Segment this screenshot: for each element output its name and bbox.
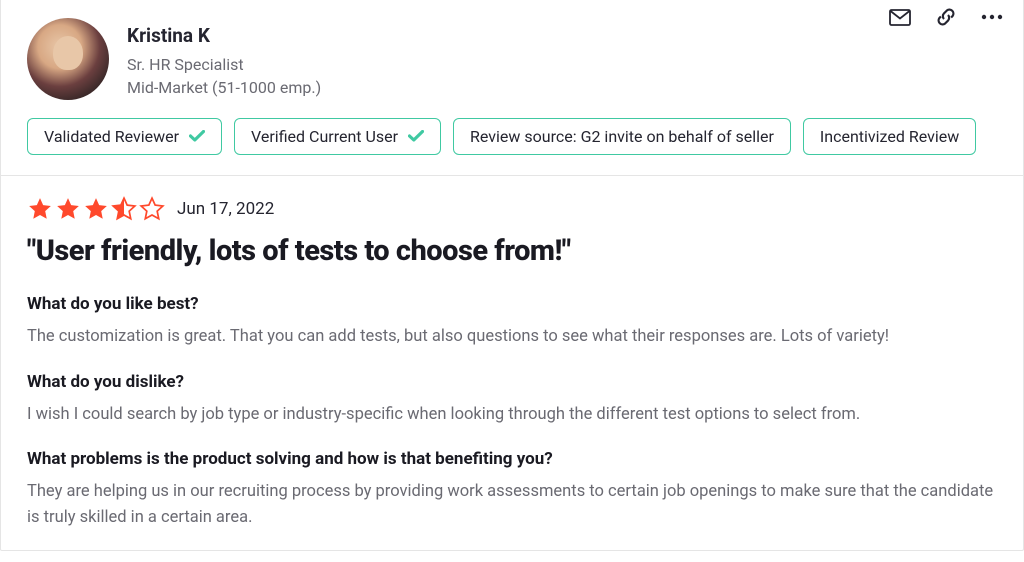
badge-label: Incentivized Review (820, 127, 959, 146)
check-icon (189, 127, 205, 146)
star-icon (139, 196, 165, 222)
mail-icon (889, 9, 911, 26)
badge-label: Verified Current User (251, 127, 398, 146)
review-card: Kristina K Sr. HR Specialist Mid-Market … (0, 0, 1024, 551)
badge-source[interactable]: Review source: G2 invite on behalf of se… (453, 118, 791, 155)
qa-dislike: What do you dislike? I wish I could sear… (27, 372, 997, 428)
question-label: What do you like best? (27, 294, 997, 314)
reviewer-segment: Mid-Market (51-1000 emp.) (127, 76, 997, 99)
star-icon (55, 196, 81, 222)
more-button[interactable] (981, 6, 1003, 28)
share-button[interactable] (935, 6, 957, 28)
badge-verified[interactable]: Verified Current User (234, 118, 441, 155)
badge-row: Validated Reviewer Verified Current User… (1, 108, 1023, 175)
review-body: Jun 17, 2022 "User friendly, lots of tes… (1, 176, 1023, 550)
qa-like-best: What do you like best? The customization… (27, 294, 997, 350)
review-title: "User friendly, lots of tests to choose … (27, 234, 997, 268)
question-label: What problems is the product solving and… (27, 449, 997, 469)
badge-incentivized[interactable]: Incentivized Review (803, 118, 976, 155)
review-header: Kristina K Sr. HR Specialist Mid-Market … (1, 0, 1023, 108)
ellipsis-icon (981, 14, 1003, 20)
qa-problems: What problems is the product solving and… (27, 449, 997, 530)
answer-text: I wish I could search by job type or ind… (27, 402, 997, 428)
star-icon (83, 196, 109, 222)
check-icon (408, 127, 424, 146)
star-icon (111, 196, 137, 222)
link-icon (935, 6, 957, 28)
rating-row: Jun 17, 2022 (27, 196, 997, 222)
answer-text: The customization is great. That you can… (27, 324, 997, 350)
reviewer-name[interactable]: Kristina K (127, 24, 997, 47)
email-button[interactable] (889, 6, 911, 28)
star-icon (27, 196, 53, 222)
review-date: Jun 17, 2022 (177, 199, 274, 219)
badge-label: Review source: G2 invite on behalf of se… (470, 127, 774, 146)
star-rating (27, 196, 165, 222)
reviewer-title: Sr. HR Specialist (127, 53, 997, 76)
header-actions (889, 6, 1003, 28)
avatar[interactable] (27, 18, 109, 100)
question-label: What do you dislike? (27, 372, 997, 392)
answer-text: They are helping us in our recruiting pr… (27, 479, 997, 530)
reviewer-info: Kristina K Sr. HR Specialist Mid-Market … (127, 18, 997, 99)
badge-validated[interactable]: Validated Reviewer (27, 118, 222, 155)
badge-label: Validated Reviewer (44, 127, 179, 146)
